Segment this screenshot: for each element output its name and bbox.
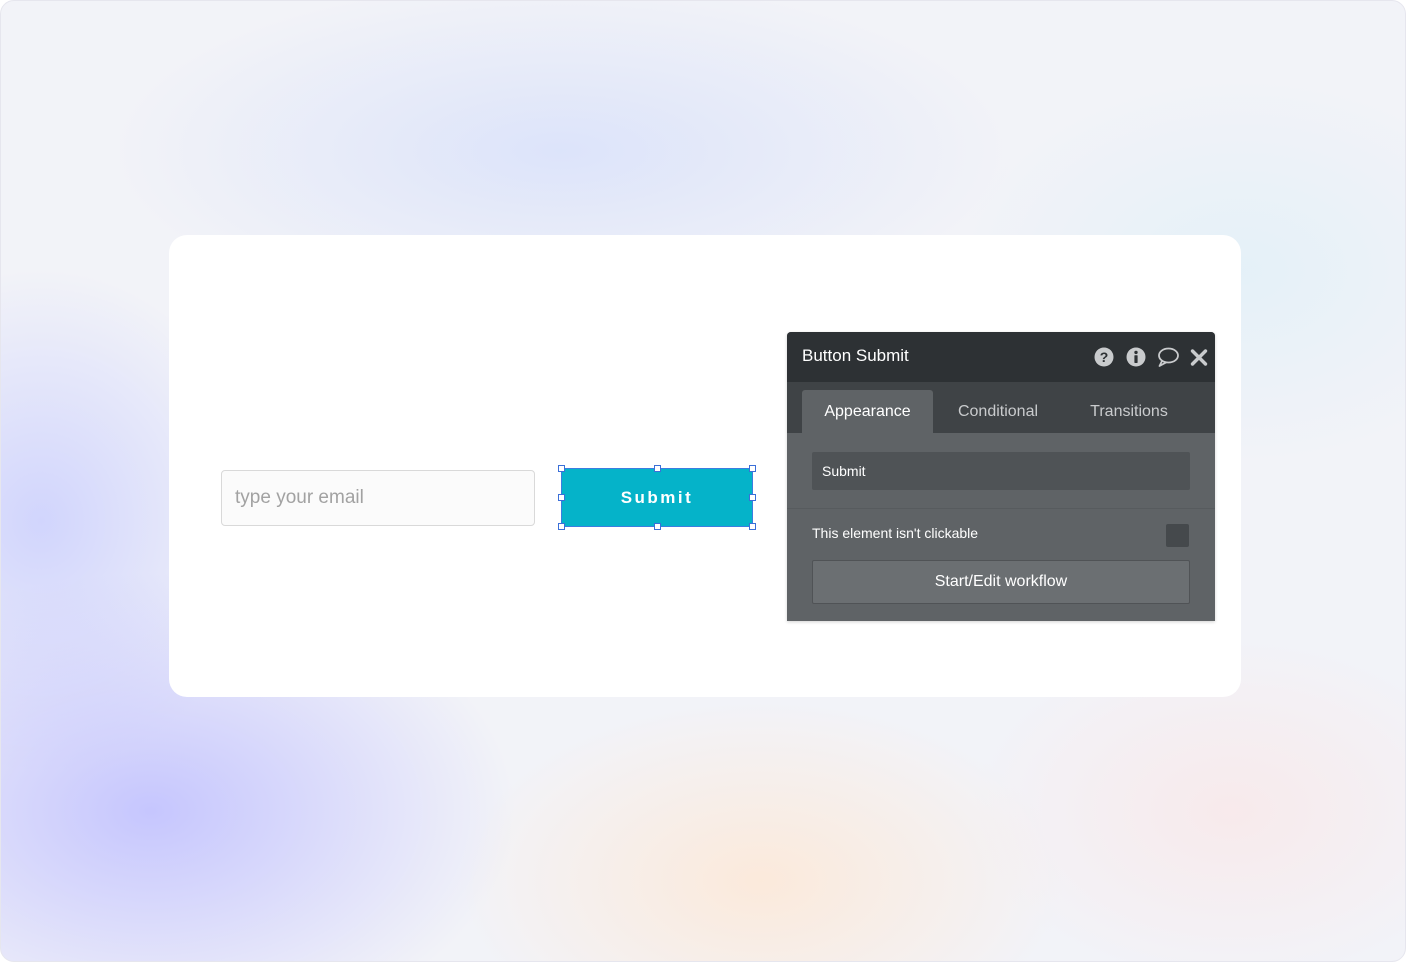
resize-handle-bottom[interactable] bbox=[654, 523, 661, 530]
help-icon[interactable]: ? bbox=[1093, 346, 1115, 368]
comment-icon[interactable] bbox=[1156, 346, 1180, 368]
selected-button-wrapper[interactable]: Submit bbox=[558, 465, 756, 530]
not-clickable-checkbox[interactable] bbox=[1166, 524, 1189, 547]
resize-handle-top-right[interactable] bbox=[749, 465, 756, 472]
close-icon[interactable] bbox=[1189, 346, 1209, 368]
property-editor-panel: Button Submit ? Appearance Conditional T… bbox=[787, 332, 1215, 621]
panel-header: Button Submit ? bbox=[787, 332, 1215, 382]
submit-button[interactable]: Submit bbox=[561, 468, 753, 527]
resize-handle-left[interactable] bbox=[558, 494, 565, 501]
panel-tab-bar: Appearance Conditional Transitions bbox=[787, 382, 1215, 433]
resize-handle-top[interactable] bbox=[654, 465, 661, 472]
svg-text:?: ? bbox=[1100, 349, 1109, 365]
resize-handle-right[interactable] bbox=[749, 494, 756, 501]
button-text-field[interactable] bbox=[812, 452, 1190, 490]
info-icon[interactable] bbox=[1125, 346, 1147, 368]
email-input[interactable] bbox=[221, 470, 535, 526]
resize-handle-bottom-left[interactable] bbox=[558, 523, 565, 530]
section-divider bbox=[787, 508, 1215, 509]
screen-background: Submit Button Submit ? bbox=[0, 0, 1406, 962]
tab-transitions[interactable]: Transitions bbox=[1067, 390, 1191, 433]
tab-appearance[interactable]: Appearance bbox=[802, 390, 933, 433]
editor-canvas: Submit Button Submit ? bbox=[169, 235, 1241, 697]
tab-conditional[interactable]: Conditional bbox=[937, 390, 1059, 433]
not-clickable-label: This element isn't clickable bbox=[812, 525, 979, 541]
resize-handle-bottom-right[interactable] bbox=[749, 523, 756, 530]
resize-handle-top-left[interactable] bbox=[558, 465, 565, 472]
start-edit-workflow-button[interactable]: Start/Edit workflow bbox=[812, 560, 1190, 604]
panel-title: Button Submit bbox=[802, 346, 909, 365]
